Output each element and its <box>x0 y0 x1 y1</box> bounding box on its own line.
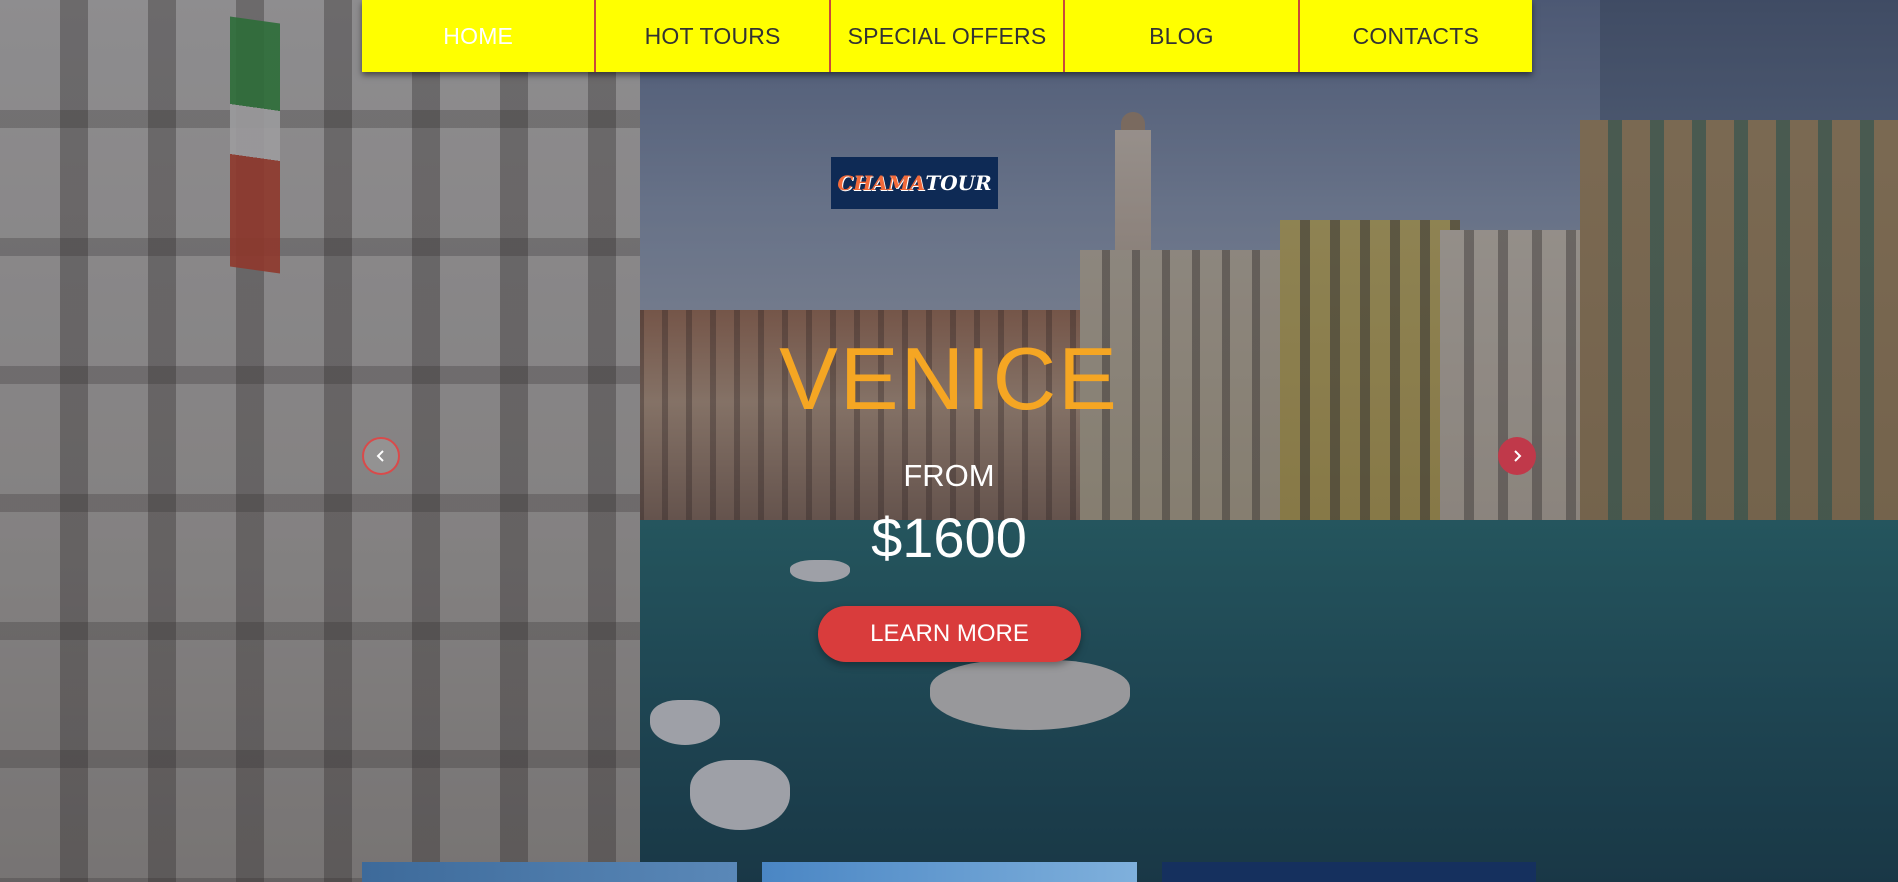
slide-title: VENICE <box>779 329 1119 428</box>
hero-overlay <box>0 0 1898 882</box>
chevron-right-icon <box>1514 450 1522 462</box>
logo-text-part1: CHAMA <box>837 171 926 195</box>
nav-item-contacts[interactable]: CONTACTS <box>1300 0 1532 72</box>
hero-slider: HOME HOT TOURS SPECIAL OFFERS BLOG CONTA… <box>0 0 1898 882</box>
tour-card-1[interactable] <box>362 862 737 882</box>
slider-next-button[interactable] <box>1498 437 1536 475</box>
nav-item-hot-tours[interactable]: HOT TOURS <box>596 0 831 72</box>
nav-item-blog[interactable]: BLOG <box>1065 0 1300 72</box>
chevron-left-icon <box>376 450 384 462</box>
slider-prev-button[interactable] <box>362 437 400 475</box>
slide-price-label: FROM <box>903 458 995 493</box>
tour-card-3[interactable] <box>1162 862 1536 882</box>
main-nav: HOME HOT TOURS SPECIAL OFFERS BLOG CONTA… <box>362 0 1532 72</box>
nav-item-home[interactable]: HOME <box>362 0 597 72</box>
slide-price: $1600 <box>871 506 1027 569</box>
tour-card-2[interactable] <box>762 862 1137 882</box>
logo-text-part2: TOUR <box>925 171 992 195</box>
nav-item-special-offers[interactable]: SPECIAL OFFERS <box>831 0 1066 72</box>
brand-logo[interactable]: CHAMA TOUR <box>831 157 998 209</box>
learn-more-button[interactable]: LEARN MORE <box>818 606 1081 662</box>
